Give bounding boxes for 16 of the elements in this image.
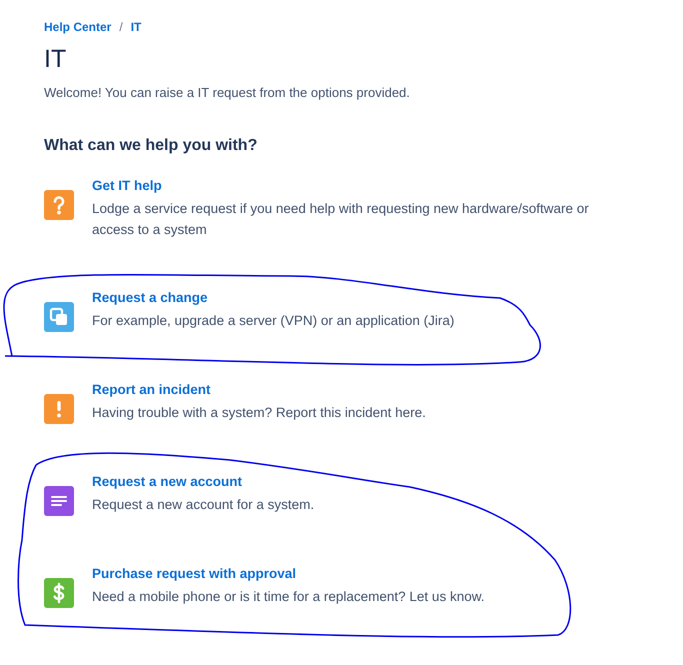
breadcrumb-link[interactable]: Help Center [44, 18, 112, 36]
request-type-description: Need a mobile phone or is it time for a replacement? Let us know. [92, 588, 486, 606]
request-type-link[interactable]: Purchase request with approval [92, 564, 296, 584]
section-heading: What can we help you with? [44, 136, 258, 156]
page-title: IT [44, 44, 68, 74]
request-type-description: Lodge a service request if you need help with requesting new hardware/software or access to a system [92, 200, 590, 239]
request-type-description: Having trouble with a system? Report this incident here. [92, 404, 427, 422]
request-type-link[interactable]: Request a change [92, 288, 208, 308]
request-type-link[interactable]: Request a new account [92, 472, 242, 492]
welcome-text: Welcome! You can raise a IT request from the options provided. [44, 84, 411, 102]
request-type-description: For example, upgrade a server (VPN) or an application (Jira) [92, 312, 456, 330]
request-type-link[interactable]: Get IT help [92, 176, 162, 196]
breadcrumb-link[interactable]: IT [130, 18, 142, 36]
request-type-description: Request a new account for a system. [92, 496, 316, 514]
breadcrumb-separator: / [119, 19, 123, 36]
request-type-link[interactable]: Report an incident [92, 380, 211, 400]
